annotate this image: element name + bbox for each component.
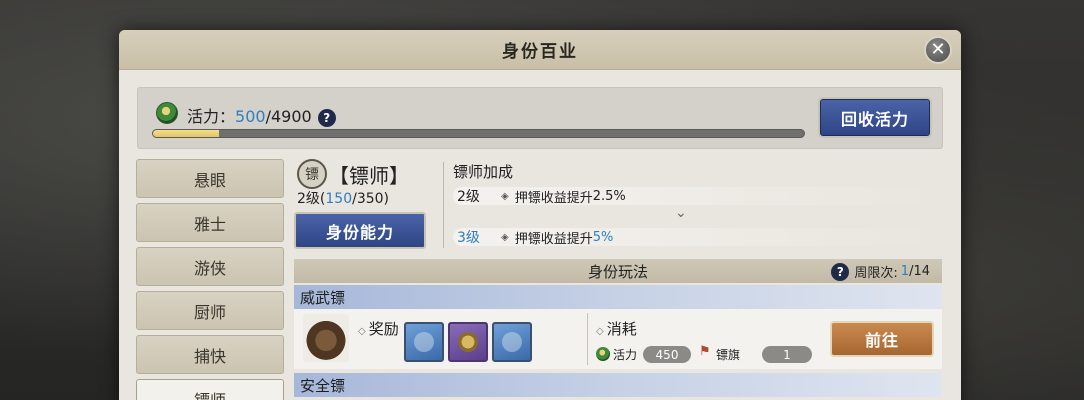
cost-flag-name: 镖旗: [716, 348, 741, 362]
category-bar: 威武镖: [294, 285, 942, 309]
cost-label: ◇ 消耗: [596, 320, 637, 338]
vitality-max: 4900: [270, 107, 312, 126]
sidebar-item[interactable]: 雅士: [136, 203, 284, 242]
reward-label: ◇ 奖励: [358, 320, 399, 338]
identity-ability-button[interactable]: 身份能力: [294, 212, 426, 249]
identity-level: 2级(150/350): [297, 191, 390, 207]
identity-badge-icon: 镖: [297, 159, 327, 189]
reward-item-silver-ingot[interactable]: [404, 322, 444, 362]
vitality-progress-bar: [152, 129, 805, 138]
cost-vitality-value: 450: [643, 346, 691, 363]
diamond-icon: ◈: [501, 231, 509, 243]
weekly-limit: ? 周限次: 1/14: [831, 262, 930, 281]
cost-flag-value: 1: [762, 346, 812, 363]
bonus-title: 镖师加成: [453, 163, 514, 181]
bonus-row-current: 2级 ◈ 押镖收益提升 2.5%: [453, 187, 939, 206]
vitality-box: 活力：500/4900? 回收活力: [137, 87, 943, 149]
flag-icon: ⚑: [699, 344, 711, 359]
vitality-current: 500: [235, 107, 266, 126]
vitality-progress-fill: [153, 130, 220, 137]
reward-item-chest[interactable]: [492, 322, 532, 362]
cost-vitality-name: 活力: [613, 348, 638, 362]
help-icon[interactable]: ?: [831, 262, 850, 281]
bonus-row-next: 3级 ◈ 押镖收益提升 5%: [453, 228, 939, 247]
close-icon: ✕: [930, 39, 946, 60]
gameplay-header: 身份玩法 ? 周限次: 1/14: [294, 259, 942, 283]
vitality-icon: [156, 102, 178, 124]
mission-row: ◇ 奖励 ◇ 消耗 活力 450 ⚑ 镖旗 1 前往: [294, 309, 942, 369]
identity-panel: 身份百业 ✕ 活力：500/4900? 回收活力 悬眼 雅士 游侠 厨师 捕快 镖师 镖 …: [119, 30, 961, 400]
chevron-down-icon: ⌄: [675, 205, 687, 221]
vitality-icon: [596, 347, 610, 361]
reward-item-treasure-map[interactable]: [448, 322, 488, 362]
divider: [587, 313, 588, 365]
divider: [443, 162, 444, 248]
identity-name: 【镖师】: [329, 164, 409, 188]
close-button[interactable]: ✕: [924, 36, 952, 64]
diamond-icon: ◈: [501, 190, 509, 202]
sidebar-item[interactable]: 镖师: [136, 379, 284, 400]
panel-title-bar: 身份百业 ✕: [119, 30, 961, 70]
gameplay-title: 身份玩法: [587, 262, 648, 281]
sidebar-item[interactable]: 厨师: [136, 291, 284, 330]
category-bar: 安全镖: [294, 373, 942, 397]
sidebar-item[interactable]: 悬眼: [136, 159, 284, 198]
recycle-vitality-button[interactable]: 回收活力: [818, 97, 932, 138]
vitality-label: 活力：500/4900?: [187, 103, 336, 127]
escort-cart-image: [303, 314, 349, 362]
sidebar-item[interactable]: 游侠: [136, 247, 284, 286]
sidebar-item[interactable]: 捕快: [136, 335, 284, 374]
panel-title: 身份百业: [502, 42, 578, 62]
go-button[interactable]: 前往: [830, 321, 934, 357]
help-icon[interactable]: ?: [317, 108, 336, 127]
